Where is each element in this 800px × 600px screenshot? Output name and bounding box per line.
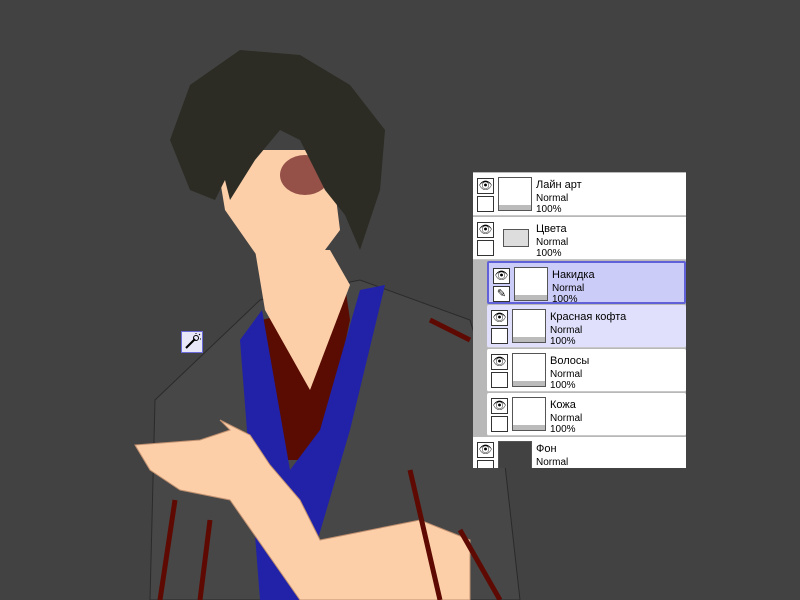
layer-thumbnail xyxy=(498,441,532,468)
layers-panel: 👁 Лайн арт Normal 100% 👁 Цвета Normal 10… xyxy=(473,172,686,468)
eye-icon[interactable]: 👁 xyxy=(477,178,494,194)
layer-name: Лайн арт xyxy=(536,179,582,191)
layer-row[interactable]: 👁 Волосы Normal 100% xyxy=(487,349,686,392)
layer-name: Цвета xyxy=(536,223,567,235)
layer-thumbnail xyxy=(498,177,532,211)
layer-row-selected[interactable]: 👁 ✎ Накидка Normal 100% xyxy=(487,261,686,305)
lock-checkbox[interactable] xyxy=(477,460,494,468)
layer-thumbnail xyxy=(512,397,546,431)
layer-opacity: 100% xyxy=(536,204,562,215)
layer-name: Кожа xyxy=(550,399,576,411)
lock-checkbox[interactable] xyxy=(491,416,508,432)
layer-thumbnail xyxy=(512,309,546,343)
eye-icon[interactable]: 👁 xyxy=(477,222,494,238)
layer-blend-mode: Normal xyxy=(536,237,569,248)
eye-icon[interactable]: 👁 xyxy=(491,354,508,370)
layer-row[interactable]: 👁 Лайн арт Normal 100% xyxy=(473,173,686,216)
eye-icon[interactable]: 👁 xyxy=(477,442,494,458)
layer-name: Волосы xyxy=(550,355,590,367)
folder-icon xyxy=(503,229,529,247)
lock-checkbox[interactable] xyxy=(477,196,494,212)
eye-icon[interactable]: 👁 xyxy=(491,310,508,326)
layer-name: Накидка xyxy=(552,269,595,281)
layer-opacity: 100% xyxy=(550,336,576,347)
layer-row[interactable]: 👁 Красная кофта Normal 100% xyxy=(487,305,686,348)
lock-checkbox[interactable] xyxy=(491,328,508,344)
layer-blend-mode: Normal xyxy=(550,413,583,424)
layer-row[interactable]: 👁 Фон Normal xyxy=(473,437,686,468)
lock-checkbox[interactable] xyxy=(477,240,494,256)
layer-opacity: 100% xyxy=(536,248,562,259)
eye-icon[interactable]: 👁 xyxy=(493,268,510,284)
layer-name: Красная кофта xyxy=(550,311,627,323)
layer-blend-mode: Normal xyxy=(536,193,569,204)
layer-blend-mode: Normal xyxy=(536,457,569,468)
layer-thumbnail xyxy=(514,267,548,301)
layer-opacity: 100% xyxy=(550,380,576,391)
magic-wand-icon xyxy=(185,333,201,349)
layer-folder-row[interactable]: 👁 Цвета Normal 100% xyxy=(473,217,686,260)
layer-opacity: 100% xyxy=(550,424,576,435)
layer-blend-mode: Normal xyxy=(550,369,583,380)
layer-row[interactable]: 👁 Кожа Normal 100% xyxy=(487,393,686,436)
lock-checkbox[interactable] xyxy=(491,372,508,388)
layer-thumbnail xyxy=(512,353,546,387)
layer-blend-mode: Normal xyxy=(552,283,585,294)
pen-icon[interactable]: ✎ xyxy=(493,286,510,302)
layer-name: Фон xyxy=(536,443,557,455)
eye-icon[interactable]: 👁 xyxy=(491,398,508,414)
layer-blend-mode: Normal xyxy=(550,325,583,336)
layer-opacity: 100% xyxy=(552,294,578,305)
magic-wand-tool-button[interactable] xyxy=(181,331,203,353)
